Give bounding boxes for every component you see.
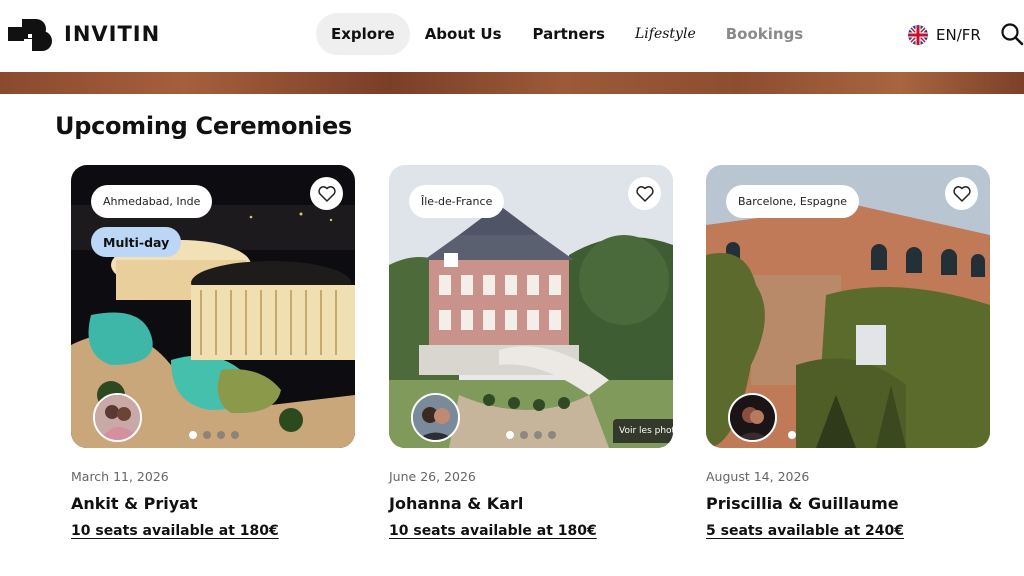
couple-names[interactable]: Ankit & Priyat [71,494,198,513]
carousel-dot[interactable] [231,431,239,439]
search-icon [1001,23,1024,46]
brand-name: INVITIN [64,22,161,46]
ceremony-card[interactable]: Barcelone, Espagne August 14, 2026 Prisc… [706,165,990,539]
favorite-button[interactable] [310,177,343,210]
carousel-dot[interactable] [520,431,528,439]
section-title: Upcoming Ceremonies [55,112,352,140]
carousel-dot[interactable] [203,431,211,439]
carousel-dot[interactable] [189,431,197,439]
logo-mark-icon [8,19,52,51]
couple-photo [730,395,775,440]
location-badge: Barcelone, Espagne [726,185,860,218]
card-image[interactable]: Barcelone, Espagne [706,165,990,448]
ceremony-date: August 14, 2026 [706,469,810,484]
nav-lifestyle[interactable]: Lifestyle [635,13,696,55]
brand-logo[interactable]: INVITIN [8,17,160,51]
carousel-dot[interactable] [548,431,556,439]
card-image[interactable]: Île-de-France Voir les photos [389,165,673,448]
nav-explore[interactable]: Explore [316,13,410,55]
heart-icon [635,185,654,202]
carousel-dot[interactable] [506,431,514,439]
nav-partners[interactable]: Partners [533,13,605,55]
location-badge: Ahmedabad, Inde [91,185,213,218]
couple-names[interactable]: Priscillia & Guillaume [706,494,899,513]
uk-flag-icon [908,25,928,45]
ceremony-date: March 11, 2026 [71,469,169,484]
couple-photo [413,395,458,440]
seats-link[interactable]: 10 seats available at 180€ [71,523,279,539]
couple-avatar [93,393,142,442]
seats-link[interactable]: 10 seats available at 180€ [389,523,597,539]
multi-day-badge: Multi-day [91,227,182,257]
card-image[interactable]: Ahmedabad, Inde Multi-day [71,165,355,448]
ceremony-date: June 26, 2026 [389,469,476,484]
carousel-dot[interactable] [788,431,796,439]
ceremony-card[interactable]: Île-de-France Voir les photos June 26, 2… [389,165,673,539]
couple-avatar [411,393,460,442]
view-photos-button[interactable]: Voir les photos [613,419,673,443]
couple-photo [95,395,140,440]
nav-about-us[interactable]: About Us [425,13,502,55]
seats-link[interactable]: 5 seats available at 240€ [706,523,904,539]
favorite-button[interactable] [628,177,661,210]
site-header: INVITIN Explore About Us Partners Lifest… [0,0,1024,72]
language-switcher[interactable]: EN/FR [908,24,981,46]
nav-bookings[interactable]: Bookings [726,13,804,55]
image-carousel-dots [506,431,562,439]
main-nav: Explore About Us Partners Lifestyle Book… [316,13,803,55]
carousel-dot[interactable] [534,431,542,439]
location-badge: Île-de-France [409,185,505,218]
image-carousel-dots [788,431,802,439]
search-button[interactable] [1000,22,1024,46]
favorite-button[interactable] [945,177,978,210]
ceremony-card[interactable]: Ahmedabad, Inde Multi-day March 11, 2026… [71,165,355,539]
heart-icon [317,185,336,202]
couple-avatar [728,393,777,442]
heart-icon [952,185,971,202]
couple-names[interactable]: Johanna & Karl [389,494,523,513]
language-label: EN/FR [936,26,981,44]
image-carousel-dots [189,431,245,439]
carousel-dot[interactable] [217,431,225,439]
hero-banner-strip [0,72,1024,94]
